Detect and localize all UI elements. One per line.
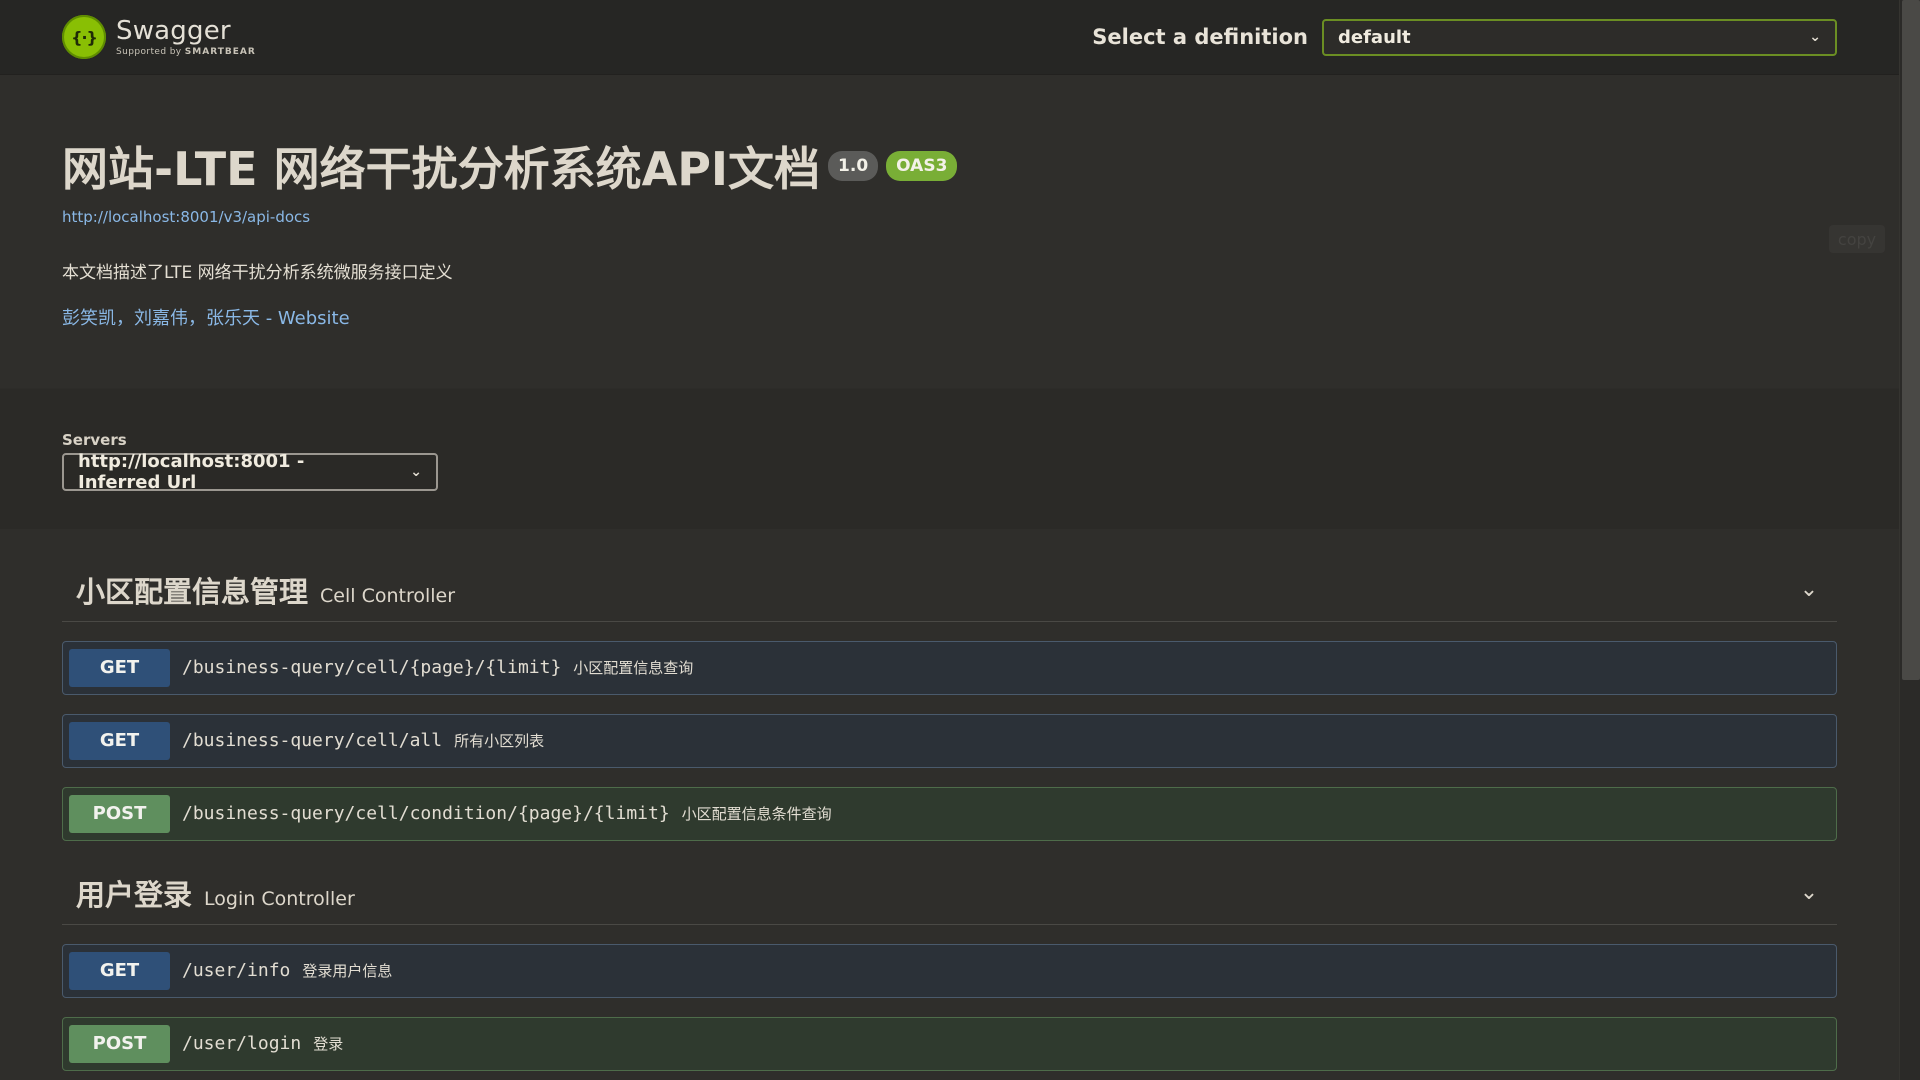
servers-label: Servers [62, 430, 127, 449]
vertical-scrollbar[interactable] [1899, 0, 1920, 1080]
operation-path: /business-query/cell/condition/{page}/{l… [182, 803, 670, 825]
definition-value: default [1338, 26, 1411, 48]
api-description: 本文档描述了LTE 网络干扰分析系统微服务接口定义 [62, 262, 453, 283]
brand-title: Swagger [116, 15, 231, 46]
api-title-row: 网站-LTE 网络干扰分析系统API文档 1.0 OAS3 [62, 143, 1837, 196]
scrollbar-thumb[interactable] [1902, 0, 1920, 680]
chevron-down-icon[interactable]: ⌄ [1795, 879, 1823, 907]
operation-path: /business-query/cell/{page}/{limit} [182, 657, 562, 679]
operation-summary: 小区配置信息条件查询 [681, 805, 832, 824]
page-title: 网站-LTE 网络干扰分析系统API文档 [62, 142, 821, 196]
swagger-ui-page: {·} Swagger Supported by SMARTBEAR Selec… [0, 0, 1920, 1080]
brand-subtitle: Supported by SMARTBEAR [116, 46, 256, 57]
definition-dropdown[interactable]: default ⌄ [1322, 18, 1837, 56]
operation-path: /user/info [182, 960, 291, 982]
operation-row[interactable]: GET /user/info 登录用户信息 [62, 943, 1837, 998]
brand-sponsor-text: SMARTBEAR [184, 46, 256, 57]
copy-button[interactable]: copy [1829, 225, 1885, 253]
method-badge-get: GET [69, 648, 170, 687]
method-badge-post: POST [69, 794, 170, 833]
operation-summary: 登录用户信息 [302, 962, 393, 981]
top-bar: {·} Swagger Supported by SMARTBEAR Selec… [0, 0, 1899, 75]
operation-row[interactable]: POST /user/login 登录 [62, 1016, 1837, 1071]
tag-description: Cell Controller [320, 584, 456, 607]
definition-label: Select a definition [1092, 25, 1308, 49]
tag-name: 小区配置信息管理 [76, 574, 309, 609]
operation-path: /business-query/cell/all [182, 730, 443, 752]
operation-row[interactable]: POST /business-query/cell/condition/{pag… [62, 786, 1837, 841]
operation-path: /user/login [182, 1033, 302, 1055]
servers-section: Servers http://localhost:8001 - Inferred… [0, 387, 1899, 529]
swagger-logo-icon: {·} [62, 15, 106, 59]
brand-text: Swagger Supported by SMARTBEAR [116, 18, 256, 57]
operation-summary: 所有小区列表 [454, 732, 545, 751]
server-dropdown[interactable]: http://localhost:8001 - Inferred Url ⌄ [62, 450, 438, 493]
tag-section-cell-controller: 小区配置信息管理 Cell Controller ⌄ GET /business… [62, 559, 1837, 841]
api-info: 网站-LTE 网络干扰分析系统API文档 1.0 OAS3 copy http:… [0, 75, 1899, 388]
brand-supported-text: Supported by [116, 46, 182, 57]
api-docs-link[interactable]: http://localhost:8001/v3/api-docs [62, 208, 1837, 226]
method-badge-get: GET [69, 951, 170, 990]
operations-list: 小区配置信息管理 Cell Controller ⌄ GET /business… [0, 528, 1899, 1071]
operation-row[interactable]: GET /business-query/cell/all 所有小区列表 [62, 713, 1837, 768]
operation-summary: 登录 [313, 1035, 344, 1054]
chevron-down-icon: ⌄ [410, 463, 422, 480]
method-badge-get: GET [69, 721, 170, 760]
contact-link[interactable]: 彭笑凯，刘嘉伟，张乐天 - Website [62, 304, 1837, 330]
tag-title-group: 用户登录 Login Controller [76, 872, 355, 914]
definition-selector: Select a definition default ⌄ [1092, 18, 1837, 56]
tag-name: 用户登录 [76, 877, 193, 912]
tag-title-group: 小区配置信息管理 Cell Controller [76, 569, 455, 611]
oas-badge: OAS3 [886, 151, 958, 181]
tag-header[interactable]: 小区配置信息管理 Cell Controller ⌄ [62, 559, 1837, 622]
tag-section-login-controller: 用户登录 Login Controller ⌄ GET /user/info 登… [62, 862, 1837, 1071]
tag-header[interactable]: 用户登录 Login Controller ⌄ [62, 862, 1837, 925]
method-badge-post: POST [69, 1024, 170, 1063]
version-badge: 1.0 [828, 151, 879, 181]
chevron-down-icon[interactable]: ⌄ [1795, 576, 1823, 604]
tag-description: Login Controller [204, 887, 355, 910]
brand[interactable]: {·} Swagger Supported by SMARTBEAR [62, 15, 256, 59]
server-value: http://localhost:8001 - Inferred Url [78, 450, 305, 493]
operation-row[interactable]: GET /business-query/cell/{page}/{limit} … [62, 640, 1837, 695]
chevron-down-icon: ⌄ [1809, 29, 1821, 45]
main-content: {·} Swagger Supported by SMARTBEAR Selec… [0, 0, 1899, 1071]
operation-summary: 小区配置信息查询 [573, 659, 694, 678]
